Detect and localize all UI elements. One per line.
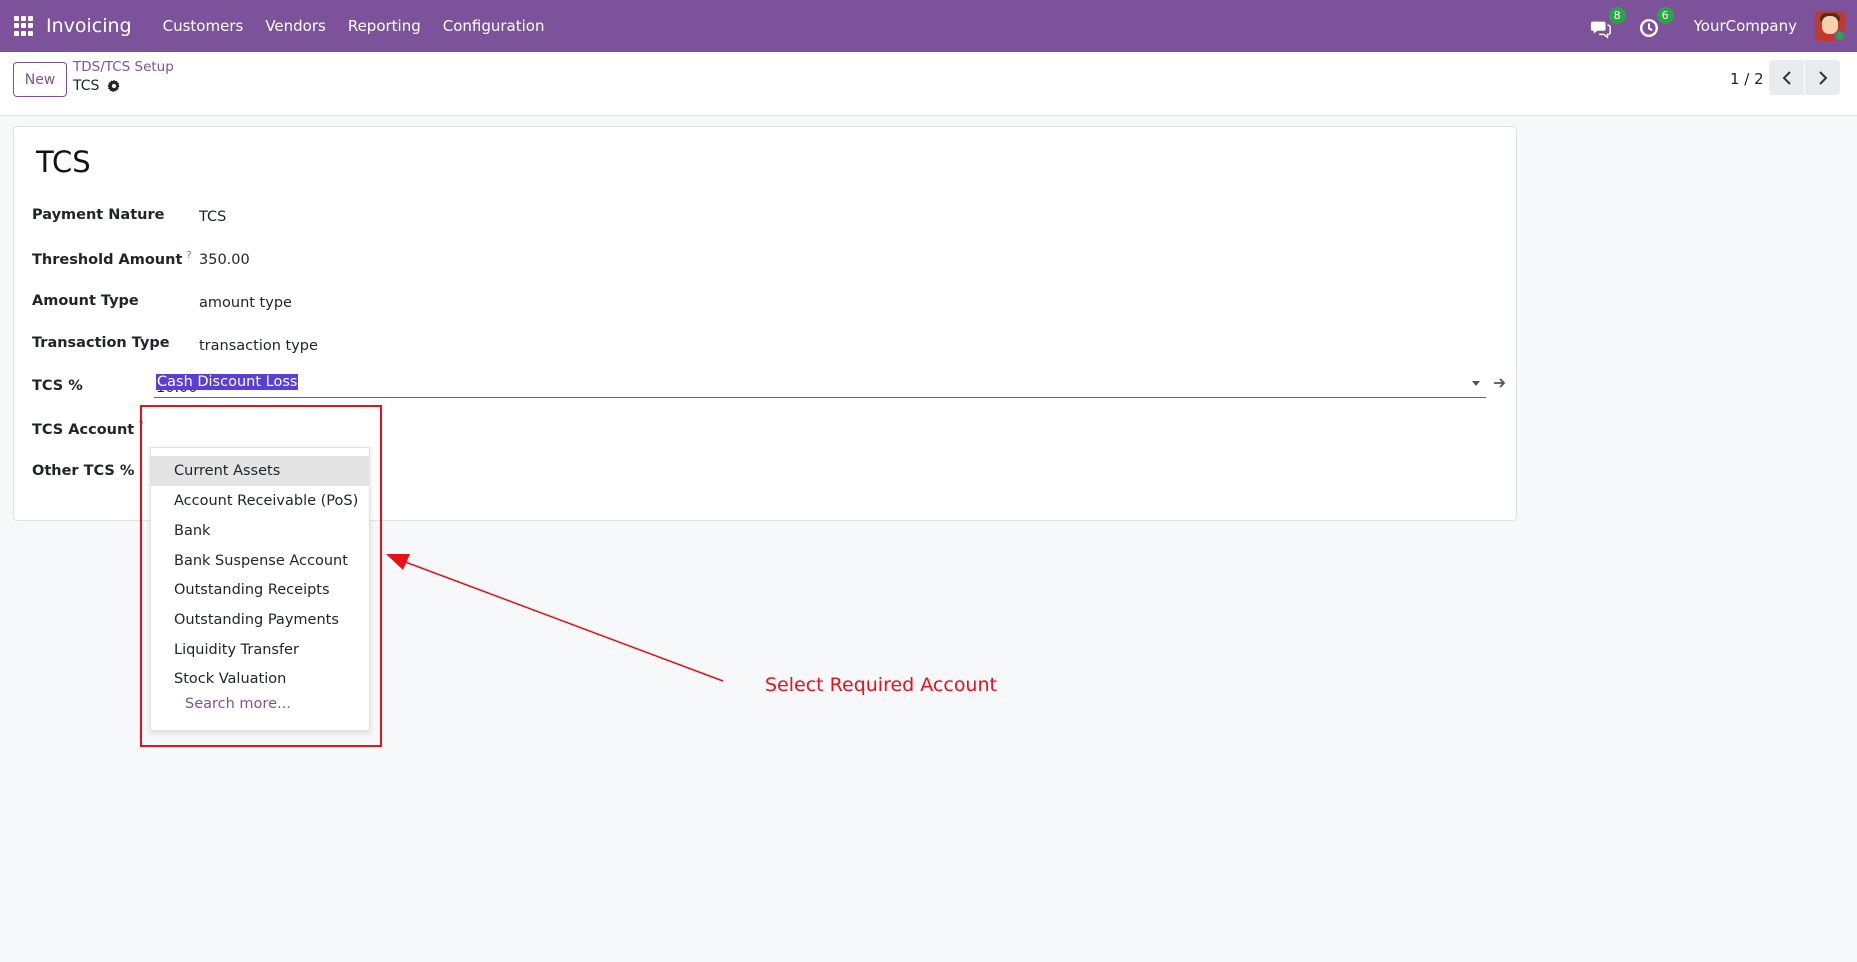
annotation-text: Select Required Account [765,674,997,696]
annotation-arrow [386,554,724,682]
